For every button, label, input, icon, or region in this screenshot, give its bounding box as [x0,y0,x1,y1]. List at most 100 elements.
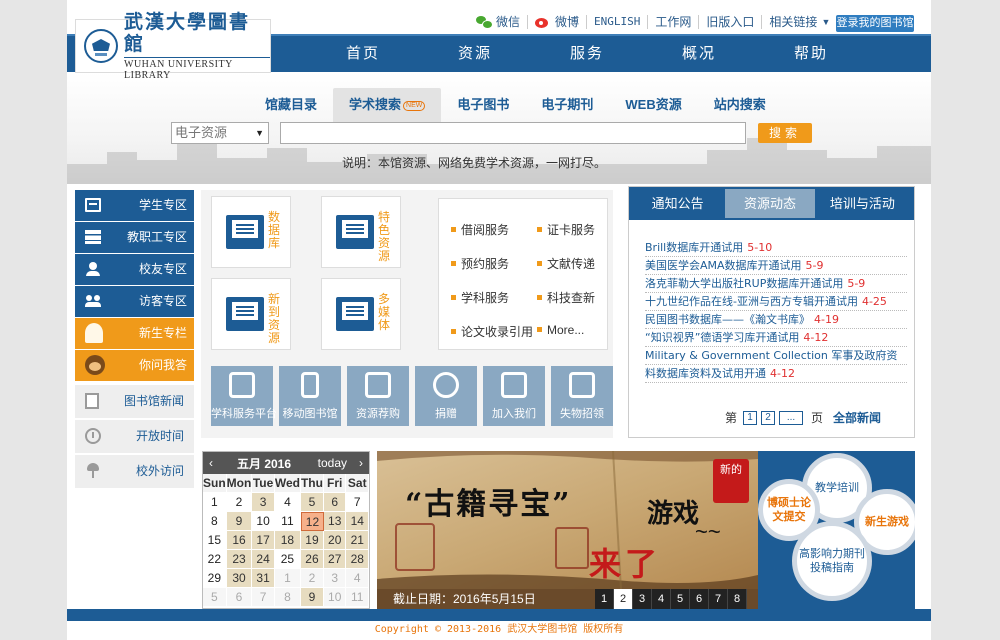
list-item[interactable]: 民国图书数据库——《瀚文书库》 4-19 [645,311,907,329]
calendar-day[interactable]: 4 [274,493,301,512]
calendar-day[interactable]: 10 [323,588,347,607]
sidebar-item-freshmen[interactable]: 新生专栏 [75,318,194,349]
list-item[interactable]: 美国医学会AMA数据库开通试用 5-9 [645,257,907,275]
library-logo[interactable]: 武漢大學圖書館 WUHAN UNIVERSITY LIBRARY [75,11,271,81]
sidebar-item-students[interactable]: 学生专区 [75,190,194,221]
event-banner[interactable]: “古籍寻宝” 游戏 ~~ 来了 新的 截止日期：2016年5月15日 1 2 3… [377,451,758,609]
calendar-day[interactable]: 26 [300,550,324,569]
quick-lost-found[interactable]: 失物招领 [551,366,613,426]
link-citation[interactable]: 论文收录引用 [451,323,533,340]
tab-site-search[interactable]: 站内搜索 [698,88,782,122]
list-item[interactable]: 料数据库资料及试用开通 4-12 [645,365,907,383]
calendar-day[interactable]: 27 [323,550,347,569]
tab-training-events[interactable]: 培训与活动 [818,189,907,218]
search-button[interactable]: 搜索 [758,123,812,143]
link-subject-service[interactable]: 学科服务 [451,289,509,306]
calendar-day[interactable]: 4 [346,569,369,588]
list-item[interactable]: Military & Government Collection 军事及政府资 [645,347,907,365]
tile-databases[interactable]: 数据库 [211,196,291,268]
page-1-button[interactable]: 1 [743,410,758,425]
sidebar-item-opening-hours[interactable]: 开放时间 [75,420,194,453]
calendar-day[interactable]: 14 [346,512,369,531]
list-item[interactable]: “知识视界”德语学习库开通试用 4-12 [645,329,907,347]
nav-services[interactable]: 服务 [531,36,643,72]
tab-web-resources[interactable]: WEB资源 [609,88,697,122]
list-item[interactable]: Brill数据库开通试用 5-10 [645,239,907,257]
link-card-service[interactable]: 证卡服务 [537,221,595,238]
link-more[interactable]: More... [537,323,584,337]
calendar-day[interactable]: 5 [203,588,227,607]
calendar-day[interactable]: 8 [203,512,227,531]
link-document-delivery[interactable]: 文献传递 [537,255,595,272]
calendar-day[interactable]: 8 [274,588,301,607]
calendar-day-today[interactable]: 12 [300,512,324,531]
list-item[interactable]: 洛克菲勒大学出版社RUP数据库开通试用 5-9 [645,275,907,293]
calendar-day[interactable]: 21 [346,531,369,550]
search-input[interactable] [280,122,746,144]
nav-home[interactable]: 首页 [307,36,419,72]
nav-overview[interactable]: 概况 [643,36,755,72]
nav-help[interactable]: 帮助 [755,36,867,72]
tab-catalog[interactable]: 馆藏目录 [249,88,333,122]
banner-page-1[interactable]: 1 [595,589,614,609]
weibo-link[interactable]: 微博 [528,15,588,29]
calendar-day[interactable]: 2 [300,569,324,588]
calendar-day[interactable]: 3 [323,569,347,588]
link-circulation[interactable]: 借阅服务 [451,221,509,238]
calendar-day[interactable]: 30 [226,569,253,588]
calendar-day[interactable]: 9 [300,588,324,607]
worknet-link[interactable]: 工作网 [648,15,700,29]
calendar-day[interactable]: 7 [346,493,369,512]
calendar-day[interactable]: 19 [300,531,324,550]
search-scope-select[interactable]: 电子资源 ▼ [171,122,269,144]
calendar-day[interactable]: 23 [226,550,253,569]
tile-multimedia[interactable]: 多媒体 [321,278,401,350]
sidebar-item-faq[interactable]: 你问我答 [75,350,194,381]
sidebar-item-offcampus-access[interactable]: 校外访问 [75,455,194,488]
calendar-prev-button[interactable]: ‹ [203,456,219,470]
quick-join-us[interactable]: 加入我们 [483,366,545,426]
english-link[interactable]: ENGLISH [587,15,649,29]
calendar-day[interactable]: 25 [274,550,301,569]
tab-notices[interactable]: 通知公告 [633,189,722,218]
quick-donate[interactable]: 捐赠 [415,366,477,426]
all-news-link[interactable]: 全部新闻 [833,409,881,426]
tab-ejournals[interactable]: 电子期刊 [525,88,609,122]
old-portal-link[interactable]: 旧版入口 [699,15,763,29]
quick-mobile-library[interactable]: 移动图书馆 [279,366,341,426]
calendar-day[interactable]: 24 [252,550,275,569]
calendar-day[interactable]: 22 [203,550,227,569]
banner-page-8[interactable]: 8 [728,589,747,609]
quick-subject-platform[interactable]: 学科服务平台 [211,366,277,426]
my-library-login-button[interactable]: 登录我的图书馆 [836,15,914,32]
link-reservation[interactable]: 预约服务 [451,255,509,272]
calendar-day[interactable]: 15 [203,531,227,550]
calendar-day[interactable]: 1 [274,569,301,588]
calendar-day[interactable]: 20 [323,531,347,550]
banner-page-4[interactable]: 4 [652,589,671,609]
tab-ebooks[interactable]: 电子图书 [441,88,525,122]
tab-academic-search[interactable]: 学术搜索 NEW [333,88,442,122]
calendar-day[interactable]: 28 [346,550,369,569]
calendar-day[interactable]: 11 [274,512,301,531]
sidebar-item-staff[interactable]: 教职工专区 [75,222,194,253]
page-2-button[interactable]: 2 [761,410,776,425]
calendar-day[interactable]: 10 [252,512,275,531]
calendar-day[interactable]: 6 [323,493,347,512]
quick-recommend-purchase[interactable]: 资源荐购 [347,366,409,426]
calendar-day[interactable]: 9 [226,512,253,531]
tile-special-resources[interactable]: 特色资源 [321,196,401,268]
banner-page-7[interactable]: 7 [709,589,728,609]
calendar-day[interactable]: 7 [252,588,275,607]
calendar-day[interactable]: 11 [346,588,369,607]
banner-page-3[interactable]: 3 [633,589,652,609]
banner-page-6[interactable]: 6 [690,589,709,609]
sidebar-item-library-news[interactable]: 图书馆新闻 [75,385,194,418]
calendar-day[interactable]: 2 [226,493,253,512]
wechat-link[interactable]: 微信 [469,15,529,29]
nav-resources[interactable]: 资源 [419,36,531,72]
banner-page-5[interactable]: 5 [671,589,690,609]
sidebar-item-alumni[interactable]: 校友专区 [75,254,194,285]
calendar-day[interactable]: 13 [323,512,347,531]
banner-page-2[interactable]: 2 [614,589,633,609]
